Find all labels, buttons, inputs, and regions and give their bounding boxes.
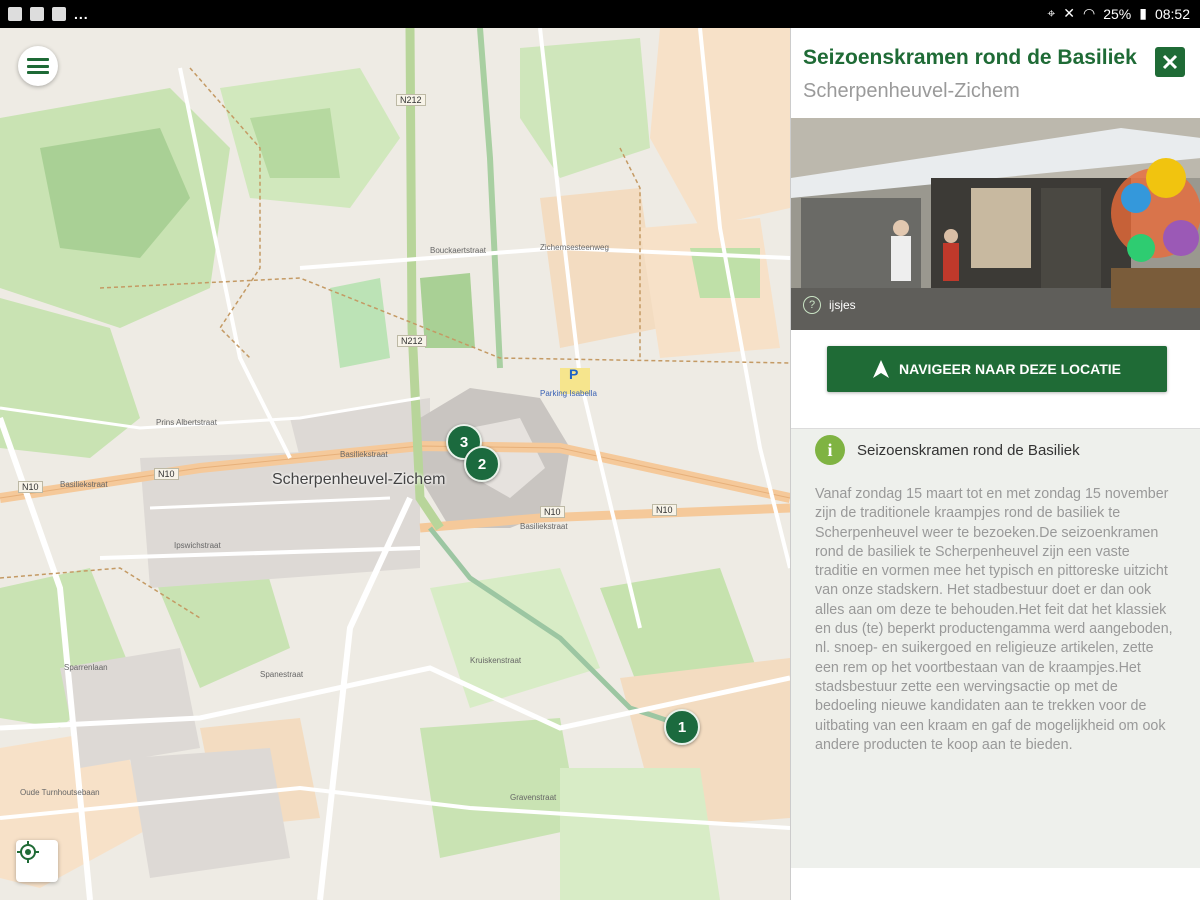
poi-detail-panel: Seizoenskramen rond de Basiliek Scherpen… <box>790 28 1200 900</box>
close-button[interactable] <box>1155 47 1185 77</box>
poi-photo[interactable]: ? ijsjes <box>791 118 1200 330</box>
info-header: i Seizoenskramen rond de Basiliek <box>815 435 1080 465</box>
image-notification-icon <box>30 7 44 21</box>
road-tag-n212: N212 <box>396 94 426 106</box>
panel-subtitle: Scherpenheuvel-Zichem <box>803 80 1020 102</box>
town-label: Scherpenheuvel-Zichem <box>272 471 446 488</box>
hamburger-icon <box>27 58 49 74</box>
street-label: Ipswichstraat <box>174 541 221 550</box>
info-description: Vanaf zondag 15 maart tot en met zondag … <box>815 486 1173 753</box>
street-label: Basiliekstraat <box>340 450 388 459</box>
parking-icon[interactable]: P <box>569 366 578 382</box>
crosshair-icon <box>17 841 39 863</box>
parking-label: Parking Isabella <box>540 389 597 398</box>
map-view[interactable]: Scherpenheuvel-Zichem P Parking Isabella… <box>0 28 790 900</box>
locate-me-button[interactable] <box>16 840 58 882</box>
navigation-arrow-icon <box>873 360 890 378</box>
map-tiles <box>0 28 790 900</box>
street-label: Prins Albertstraat <box>156 418 217 427</box>
more-notifications: ... <box>74 6 89 22</box>
mute-icon: ✕ <box>1063 5 1075 21</box>
street-label: Basiliekstraat <box>60 480 108 489</box>
street-label: Spanestraat <box>260 670 304 679</box>
panel-title: Seizoenskramen rond de Basiliek <box>803 46 1137 69</box>
poi-marker[interactable]: 2 <box>464 446 500 482</box>
poi-marker[interactable]: 1 <box>664 709 700 745</box>
question-icon[interactable]: ? <box>803 296 821 314</box>
street-label: Bouckaertstraat <box>430 246 487 255</box>
navigate-button-label: NAVIGEER NAAR DEZE LOCATIE <box>899 361 1121 377</box>
location-icon: ⌖ <box>1047 5 1056 21</box>
battery-icon: ▮ <box>1139 5 1147 21</box>
status-bar: ... ⌖ ✕ ◠ 25% ▮ 08:52 <box>0 0 1200 28</box>
info-section: i Seizoenskramen rond de Basiliek Vanaf … <box>791 428 1200 868</box>
clock: 08:52 <box>1154 5 1190 22</box>
navigate-button[interactable]: NAVIGEER NAAR DEZE LOCATIE <box>827 346 1167 392</box>
street-label: Gravenstraat <box>510 793 557 802</box>
road-tag-n10-west: N10 <box>18 481 43 493</box>
wifi-icon: ◠ <box>1082 5 1096 21</box>
photo-caption: ? ijsjes <box>803 296 856 314</box>
road-tag-n10-east: N10 <box>540 506 565 518</box>
street-label: Sparrenlaan <box>64 663 108 672</box>
street-label: Kruiskenstraat <box>470 656 522 665</box>
road-tag-n10: N10 <box>154 468 179 480</box>
flipboard-notification-icon <box>52 7 66 21</box>
info-icon: i <box>815 435 845 465</box>
close-icon <box>1162 54 1178 70</box>
photo-caption-text: ijsjes <box>829 298 856 312</box>
battery-level: 25% <box>1103 5 1132 22</box>
street-label: Basiliekstraat <box>520 522 568 531</box>
road-tag-n212-south: N212 <box>397 335 427 347</box>
menu-button[interactable] <box>18 46 58 86</box>
street-label: Oude Turnhoutsebaan <box>20 788 100 797</box>
gallery-notification-icon <box>8 7 22 21</box>
road-tag-n10-far-east: N10 <box>652 504 677 516</box>
street-label: Zichemsesteenweg <box>540 243 609 252</box>
info-title: Seizoenskramen rond de Basiliek <box>857 441 1080 459</box>
